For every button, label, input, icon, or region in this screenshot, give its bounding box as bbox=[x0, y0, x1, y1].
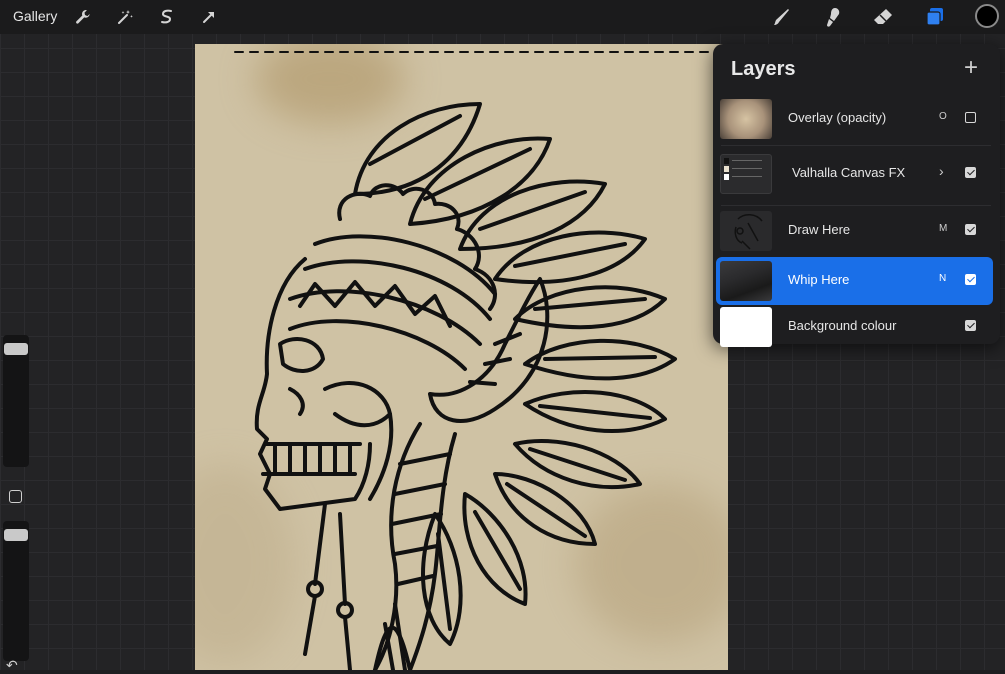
layer-blend-mode[interactable]: M bbox=[939, 223, 947, 234]
brush-size-thumb[interactable] bbox=[4, 343, 28, 355]
layer-name: Overlay (opacity) bbox=[788, 110, 887, 125]
layer-name: Whip Here bbox=[788, 272, 850, 287]
layer-visibility-checkbox[interactable] bbox=[965, 274, 976, 285]
eraser-icon[interactable] bbox=[871, 5, 895, 29]
layer-blend-mode[interactable]: N bbox=[939, 273, 946, 284]
layer-blend-mode[interactable]: O bbox=[939, 111, 947, 122]
layer-visibility-checkbox[interactable] bbox=[965, 167, 976, 178]
divider bbox=[721, 145, 991, 146]
gallery-button[interactable]: Gallery bbox=[13, 8, 57, 24]
layer-visibility-checkbox[interactable] bbox=[965, 320, 976, 331]
layer-name: Draw Here bbox=[788, 222, 851, 237]
layer-overlay-opacity[interactable]: Overlay (opacity) O bbox=[716, 95, 993, 143]
layer-thumbnail bbox=[720, 307, 772, 347]
layers-panel-title: Layers bbox=[731, 58, 796, 80]
add-layer-button[interactable]: + bbox=[964, 56, 978, 80]
layer-whip-here[interactable]: Whip Here N bbox=[716, 257, 993, 305]
layers-panel: Layers + Overlay (opacity) O Valhalla Ca… bbox=[713, 44, 1000, 347]
layer-name: Background colour bbox=[788, 318, 897, 333]
selection-icon[interactable] bbox=[155, 5, 179, 29]
layer-background-colour[interactable]: Background colour bbox=[716, 303, 993, 351]
brush-icon[interactable] bbox=[770, 5, 794, 29]
layers-icon[interactable] bbox=[923, 5, 947, 29]
divider bbox=[721, 205, 991, 206]
layer-thumbnail bbox=[720, 261, 772, 301]
chevron-right-icon[interactable]: › bbox=[939, 163, 944, 179]
drawing-canvas[interactable] bbox=[195, 44, 728, 670]
layer-thumbnail bbox=[720, 211, 772, 251]
left-sidebar bbox=[3, 335, 29, 670]
undo-icon[interactable]: ↶ bbox=[6, 657, 18, 674]
layer-thumbnail bbox=[720, 99, 772, 139]
layer-draw-here[interactable]: Draw Here M bbox=[716, 207, 993, 255]
layer-visibility-checkbox[interactable] bbox=[965, 224, 976, 235]
transform-arrow-icon[interactable] bbox=[197, 5, 221, 29]
color-picker-swatch[interactable] bbox=[975, 4, 999, 28]
skull-headdress-artwork bbox=[234, 51, 716, 670]
brush-size-slider[interactable] bbox=[3, 335, 29, 467]
layer-group-valhalla[interactable]: Valhalla Canvas FX › bbox=[716, 150, 993, 198]
modify-button[interactable] bbox=[9, 490, 22, 503]
wrench-icon[interactable] bbox=[71, 5, 95, 29]
smudge-icon[interactable] bbox=[820, 5, 844, 29]
opacity-slider[interactable] bbox=[3, 521, 29, 661]
magic-wand-icon[interactable] bbox=[113, 5, 137, 29]
layer-name: Valhalla Canvas FX bbox=[792, 165, 906, 180]
layer-visibility-checkbox[interactable] bbox=[965, 112, 976, 123]
top-toolbar: Gallery bbox=[0, 0, 1005, 34]
layer-group-thumbnail bbox=[720, 154, 772, 194]
opacity-thumb[interactable] bbox=[4, 529, 28, 541]
